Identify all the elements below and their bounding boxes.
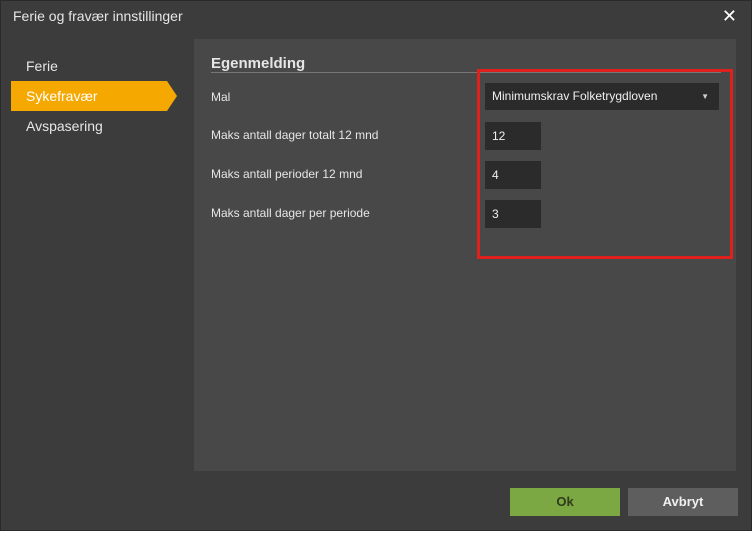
cancel-button[interactable]: Avbryt <box>628 488 738 516</box>
max-days-total-input[interactable] <box>485 122 541 150</box>
max-days-period-label: Maks antall dager per periode <box>211 206 370 220</box>
max-periods-input[interactable] <box>485 161 541 189</box>
mal-select-value: Minimumskrav Folketrygdloven <box>492 89 658 103</box>
sidebar-item-sykefravaer[interactable]: Sykefravær <box>11 81 177 111</box>
sidebar-item-avspasering[interactable]: Avspasering <box>11 111 167 141</box>
max-days-total-label: Maks antall dager totalt 12 mnd <box>211 128 379 142</box>
chevron-down-icon: ▼ <box>701 92 709 101</box>
close-icon[interactable]: ✕ <box>722 6 737 26</box>
section-title: Egenmelding <box>211 55 306 72</box>
max-periods-label: Maks antall perioder 12 mnd <box>211 167 363 181</box>
sidebar-nav: Ferie Sykefravær Avspasering <box>11 51 181 141</box>
settings-dialog: Ferie og fravær innstillinger ✕ Ferie Sy… <box>0 0 752 531</box>
mal-label: Mal <box>211 90 231 104</box>
dialog-title: Ferie og fravær innstillinger <box>13 8 183 24</box>
ok-button[interactable]: Ok <box>510 488 620 516</box>
settings-panel: Egenmelding Mal Minimumskrav Folketrygdl… <box>194 39 736 471</box>
sidebar-item-ferie[interactable]: Ferie <box>11 51 167 81</box>
mal-select[interactable]: Minimumskrav Folketrygdloven ▼ <box>485 83 719 110</box>
title-bar: Ferie og fravær innstillinger ✕ <box>1 1 751 33</box>
section-divider <box>211 72 721 73</box>
max-days-period-input[interactable] <box>485 200 541 228</box>
